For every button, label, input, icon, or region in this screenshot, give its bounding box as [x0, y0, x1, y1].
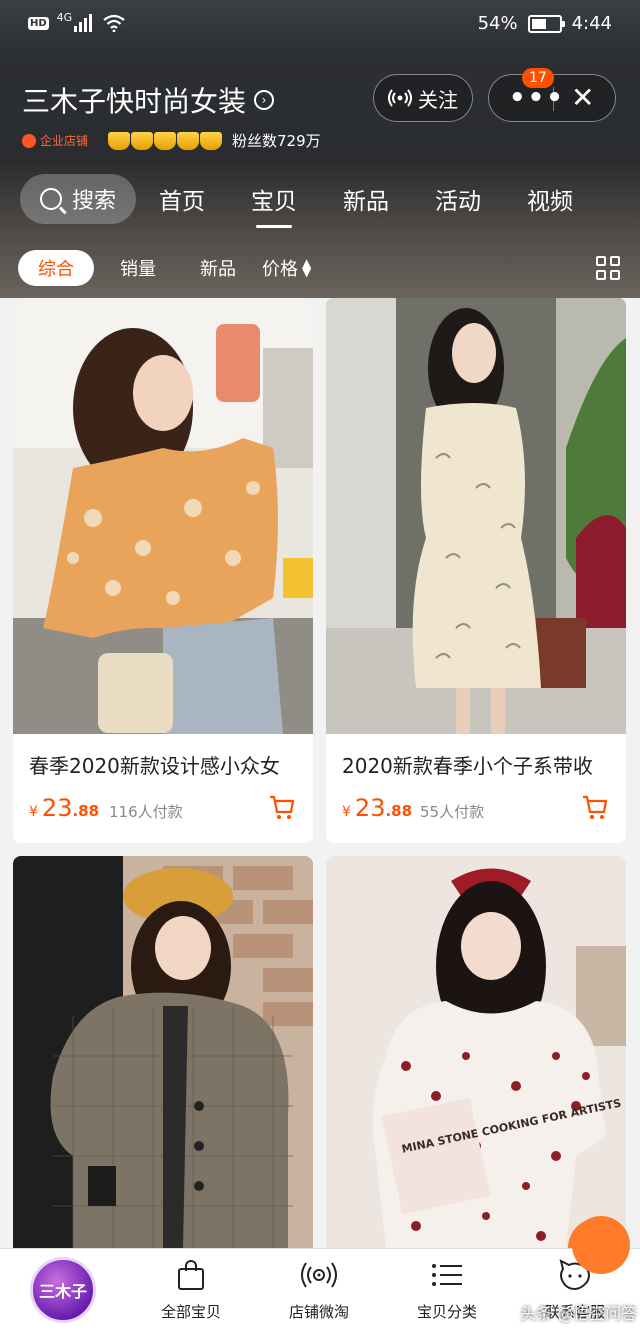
product-card[interactable]: 2020新款春季小个子系带收 ¥ 23 .88 55人付款	[326, 298, 626, 843]
status-bar: HD 4G 54% 4:44	[0, 0, 640, 52]
crown-icon	[131, 131, 154, 150]
shop-nav: 搜索 首页 宝贝 新品 活动 视频	[20, 174, 596, 228]
broadcast-icon	[301, 1262, 337, 1288]
sort-arrows-icon: ▲ ▼	[302, 256, 312, 279]
notification-badge: 17	[522, 68, 554, 88]
broadcast-icon	[388, 89, 412, 107]
price-decimal: .88	[385, 802, 413, 820]
product-image	[326, 298, 626, 734]
tab-label: 宝贝分类	[416, 1303, 477, 1321]
cart-icon[interactable]	[582, 794, 608, 822]
crown-icon	[154, 131, 177, 150]
product-title: 2020新款春季小个子系带收	[342, 754, 593, 778]
tab-all-items[interactable]: 全部宝贝	[141, 1255, 241, 1322]
search-label: 搜索	[71, 189, 116, 214]
sort-bar: 综合 销量 新品 价格 ▲ ▼	[18, 250, 628, 286]
product-title: 春季2020新款设计感小众女	[29, 754, 280, 778]
sold-count: 55人付款	[420, 803, 485, 821]
shop-logo[interactable]: 三木子	[30, 1257, 96, 1323]
currency-symbol: ¥	[342, 804, 351, 820]
tab-label: 全部宝贝	[160, 1303, 221, 1321]
search-button[interactable]: 搜索	[20, 174, 136, 224]
tab-shop-feed[interactable]: 店铺微淘	[269, 1255, 369, 1322]
wifi-icon	[103, 14, 125, 32]
network-label: 4G	[56, 10, 73, 24]
shop-name-link[interactable]: 三木子快时尚女装 ›	[22, 80, 275, 120]
product-card[interactable]: MINA STONE COOKING FOR ARTISTS	[326, 856, 626, 1248]
sort-price[interactable]: 价格 ▲ ▼	[262, 255, 311, 281]
tab-label: 店铺微淘	[288, 1303, 349, 1321]
product-card[interactable]	[13, 856, 313, 1248]
tab-events[interactable]: 活动	[412, 182, 504, 216]
shop-meta: 企业店铺 粉丝数729万	[22, 130, 321, 151]
clock: 4:44	[571, 13, 612, 34]
product-price: ¥ 23 .88	[342, 794, 412, 822]
crown-icon	[108, 131, 131, 150]
battery-icon	[527, 14, 565, 33]
sort-overall[interactable]: 综合	[18, 250, 94, 286]
cart-icon[interactable]	[269, 794, 295, 822]
tab-videos[interactable]: 视频	[504, 182, 596, 216]
crown-icon	[177, 131, 200, 150]
price-decimal: .88	[72, 802, 100, 820]
shop-header: HD 4G 54% 4:44 三木子快时尚女装 › 关注 ••• ✕ 17 企业…	[0, 0, 640, 298]
product-image: MINA STONE COOKING FOR ARTISTS	[326, 856, 626, 1248]
watermark: 头条 @悟空问答	[520, 1304, 638, 1323]
sort-price-label: 价格	[262, 259, 298, 280]
list-icon	[432, 1264, 462, 1286]
product-image	[13, 298, 313, 734]
grid-view-icon[interactable]	[596, 256, 620, 280]
tab-categories[interactable]: 宝贝分类	[397, 1255, 497, 1322]
search-icon	[39, 188, 62, 210]
signal-icon	[74, 14, 93, 32]
tab-new[interactable]: 新品	[320, 182, 412, 216]
enterprise-label: 企业店铺	[40, 134, 89, 148]
price-integer: 23	[41, 794, 73, 822]
divider	[553, 87, 554, 111]
price-integer: 23	[354, 794, 386, 822]
crown-icon	[200, 131, 223, 150]
close-icon[interactable]: ✕	[571, 81, 594, 114]
shopping-bag-icon	[178, 1260, 204, 1290]
enterprise-icon	[22, 133, 36, 148]
sold-count: 116人付款	[109, 803, 183, 821]
product-image	[13, 856, 313, 1248]
sort-sales[interactable]: 销量	[120, 255, 156, 281]
follow-button[interactable]: 关注	[373, 74, 473, 122]
currency-symbol: ¥	[29, 804, 38, 820]
battery-percent: 54%	[477, 13, 518, 34]
chevron-right-icon: ›	[254, 90, 275, 110]
follow-label: 关注	[418, 87, 458, 112]
product-card[interactable]: 春季2020新款设计感小众女 ¥ 23 .88 116人付款	[13, 298, 313, 843]
sort-new[interactable]: 新品	[200, 255, 236, 281]
floating-cart-button[interactable]	[572, 1216, 630, 1274]
hd-badge: HD	[28, 16, 49, 30]
tab-home[interactable]: 首页	[136, 182, 228, 216]
product-price: ¥ 23 .88	[29, 794, 99, 822]
tab-items[interactable]: 宝贝	[228, 182, 320, 228]
crown-rating	[108, 131, 223, 150]
enterprise-tag: 企业店铺	[22, 132, 88, 149]
shop-name: 三木子快时尚女装	[22, 85, 247, 118]
fans-count: 粉丝数729万	[232, 132, 321, 150]
